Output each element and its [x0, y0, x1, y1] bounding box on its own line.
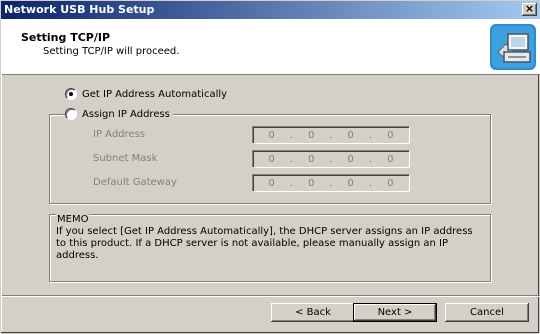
- octet: 0: [347, 177, 354, 189]
- computer-setup-icon: [490, 24, 536, 70]
- octet: 0: [308, 153, 315, 165]
- octet: 0: [387, 129, 394, 141]
- octet-separator: .: [289, 153, 294, 165]
- footer-divider: [2, 295, 540, 297]
- setup-window: Network USB Hub Setup × Setting TCP/IP S…: [0, 0, 540, 334]
- window-title: Network USB Hub Setup: [4, 3, 155, 16]
- radio-auto-ip-label: Get IP Address Automatically: [82, 88, 228, 100]
- radio-button[interactable]: [65, 88, 77, 100]
- page-subtitle: Setting TCP/IP will proceed.: [43, 46, 180, 57]
- memo-box: MEMO If you select [Get IP Address Autom…: [49, 214, 491, 282]
- octet: 0: [347, 129, 354, 141]
- page-title: Setting TCP/IP: [21, 31, 111, 44]
- next-button[interactable]: Next >: [353, 303, 437, 322]
- octet: 0: [387, 177, 394, 189]
- octet-separator: .: [368, 153, 373, 165]
- octet: 0: [308, 177, 315, 189]
- octet: 0: [268, 177, 275, 189]
- memo-title: MEMO: [56, 214, 90, 225]
- close-icon[interactable]: ×: [522, 3, 537, 16]
- octet-separator: .: [329, 129, 333, 141]
- radio-button[interactable]: [65, 108, 77, 120]
- subnet-mask-label: Subnet Mask: [93, 153, 158, 164]
- octet: 0: [268, 129, 275, 141]
- octet-separator: .: [289, 129, 294, 141]
- wizard-header: Setting TCP/IP Setting TCP/IP will proce…: [2, 19, 540, 75]
- octet-separator: .: [289, 177, 294, 189]
- default-gateway-label: Default Gateway: [93, 177, 177, 188]
- octet-separator: .: [368, 177, 373, 189]
- title-bar[interactable]: Network USB Hub Setup ×: [1, 1, 540, 19]
- octet-separator: .: [329, 177, 333, 189]
- octet: 0: [308, 129, 315, 141]
- back-button[interactable]: < Back: [271, 303, 355, 322]
- octet: 0: [347, 153, 354, 165]
- octet-separator: .: [329, 153, 333, 165]
- subnet-mask-input[interactable]: 0 . 0 . 0 . 0: [252, 150, 410, 168]
- cancel-button[interactable]: Cancel: [445, 303, 529, 322]
- ip-address-label: IP Address: [93, 129, 145, 140]
- radio-assign-ip-label: Assign IP Address: [82, 108, 170, 120]
- memo-text: If you select [Get IP Address Automatica…: [56, 226, 473, 261]
- ip-address-input[interactable]: 0 . 0 . 0 . 0: [252, 126, 410, 144]
- radio-assign-ip[interactable]: Assign IP Address: [65, 108, 173, 120]
- default-gateway-input[interactable]: 0 . 0 . 0 . 0: [252, 174, 410, 192]
- octet: 0: [387, 153, 394, 165]
- octet: 0: [268, 153, 275, 165]
- octet-separator: .: [368, 129, 373, 141]
- radio-auto-ip[interactable]: Get IP Address Automatically: [65, 88, 227, 100]
